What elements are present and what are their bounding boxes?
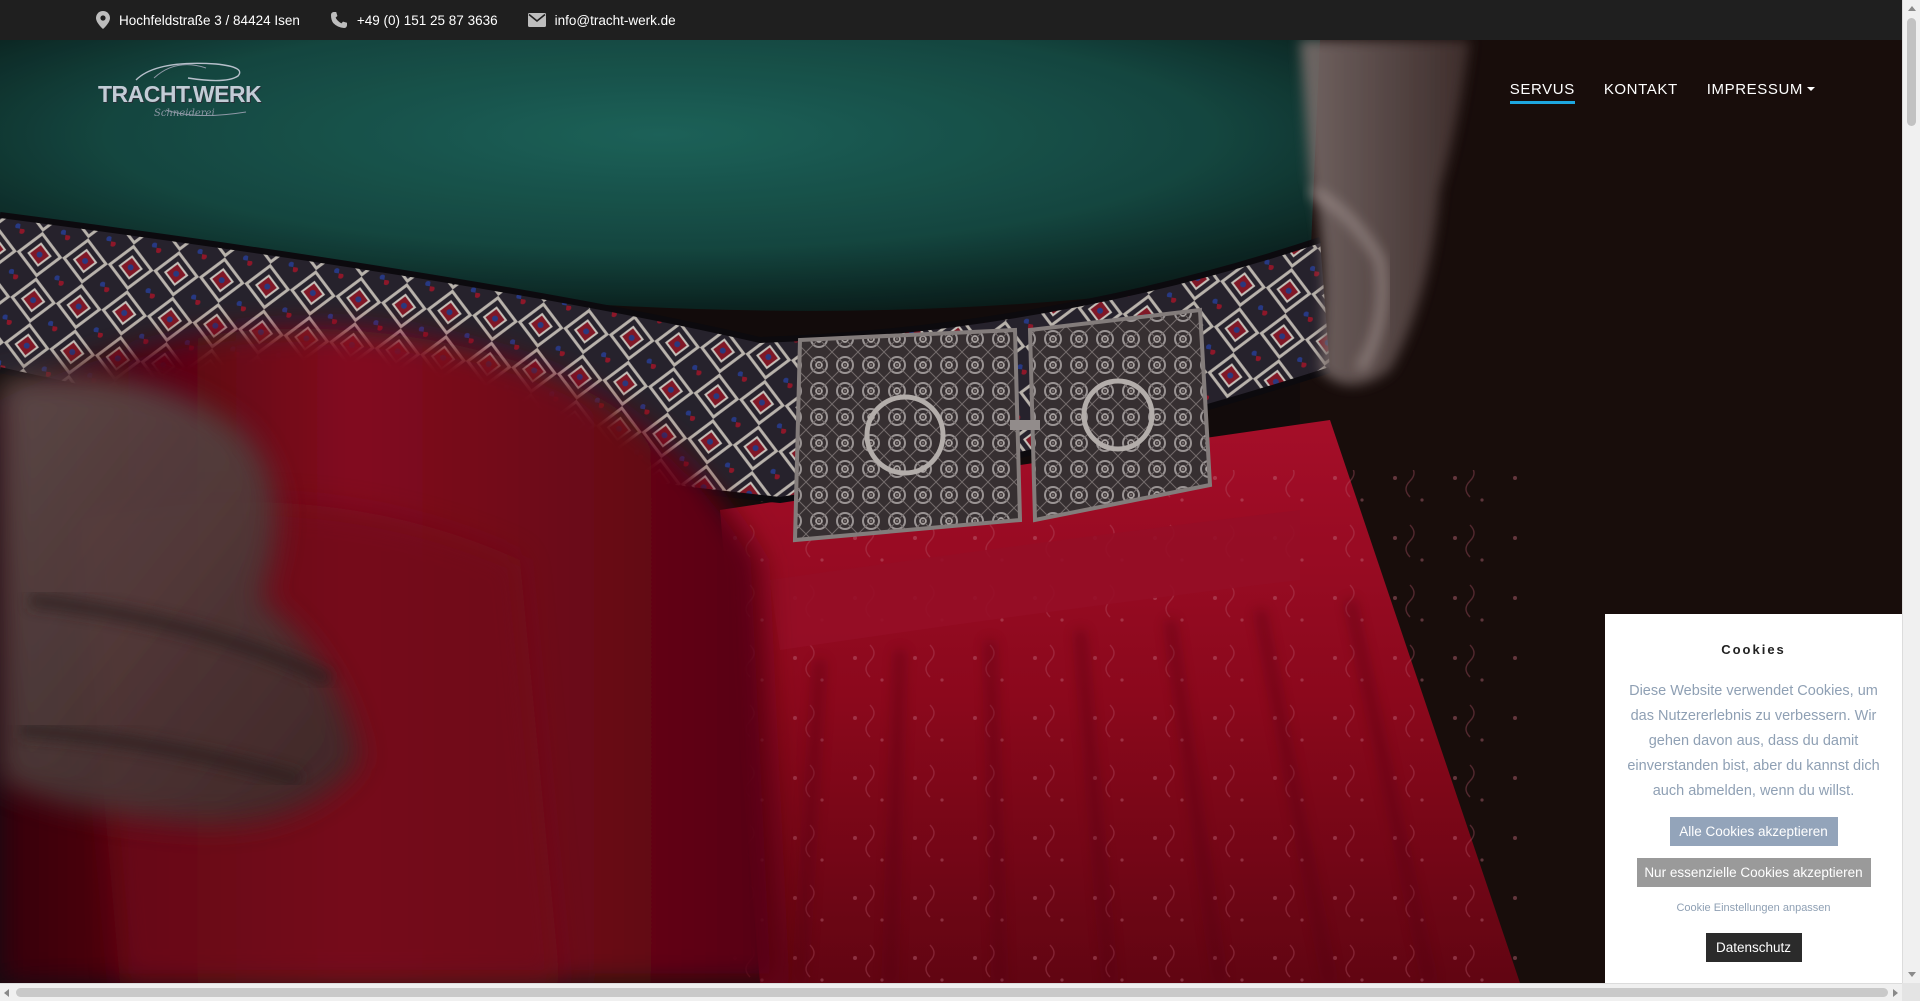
contact-email[interactable]: info@tracht-werk.de [527,13,676,28]
phone-text[interactable]: +49 (0) 151 25 87 3636 [357,13,498,28]
cookie-text: Diese Website verwendet Cookies, um das … [1627,683,1880,799]
nav-item-kontakt[interactable]: KONTAKT [1604,81,1678,102]
nav-item-impressum[interactable]: IMPRESSUM [1707,81,1815,102]
scrollbar-corner [1902,983,1920,1001]
cookie-title: Cookies [1721,642,1786,657]
nav-item-impressum-label: IMPRESSUM [1706,81,1803,98]
horizontal-scroll-thumb[interactable] [16,988,1888,997]
map-marker-icon [96,11,110,29]
contact-address: Hochfeldstraße 3 / 84424 Isen [96,11,300,29]
top-contact-bar: Hochfeldstraße 3 / 84424 Isen +49 (0) 15… [0,0,1902,40]
cookie-banner: Cookies Diese Website verwendet Cookies,… [1605,614,1902,983]
logo-wordmark: TRACHT.WERK [98,81,262,107]
vertical-scrollbar[interactable] [1902,0,1920,983]
envelope-icon [527,13,546,27]
email-text[interactable]: info@tracht-werk.de [555,13,676,28]
main-navigation: SERVUS KONTAKT IMPRESSUM [1481,81,1815,104]
cookie-settings-link[interactable]: Cookie Einstellungen anpassen [1605,902,1902,914]
address-text: Hochfeldstraße 3 / 84424 Isen [119,12,300,28]
scroll-down-arrow-icon[interactable] [1908,972,1916,977]
scroll-up-arrow-icon[interactable] [1908,6,1916,11]
privacy-button[interactable]: Datenschutz [1705,933,1802,962]
site-header: TRACHT.WERK Schneiderei SERVUS KONTAKT I… [0,40,1902,140]
caret-down-icon [1807,87,1815,91]
contact-phone[interactable]: +49 (0) 151 25 87 3636 [330,11,498,29]
logo-script: Schneiderei [154,108,215,119]
site-logo[interactable]: TRACHT.WERK Schneiderei [96,54,266,128]
phone-icon [330,12,347,28]
accept-all-cookies-button[interactable]: Alle Cookies akzeptieren [1669,817,1838,846]
horizontal-scrollbar[interactable] [0,983,1902,1001]
scroll-left-arrow-icon[interactable] [4,989,9,997]
scroll-right-arrow-icon[interactable] [1893,989,1898,997]
page-viewport: Hochfeldstraße 3 / 84424 Isen +49 (0) 15… [0,0,1902,983]
nav-item-servus[interactable]: SERVUS [1509,81,1575,104]
accept-essential-cookies-button[interactable]: Nur essenzielle Cookies akzeptieren [1636,858,1871,887]
vertical-scroll-thumb[interactable] [1907,18,1916,126]
